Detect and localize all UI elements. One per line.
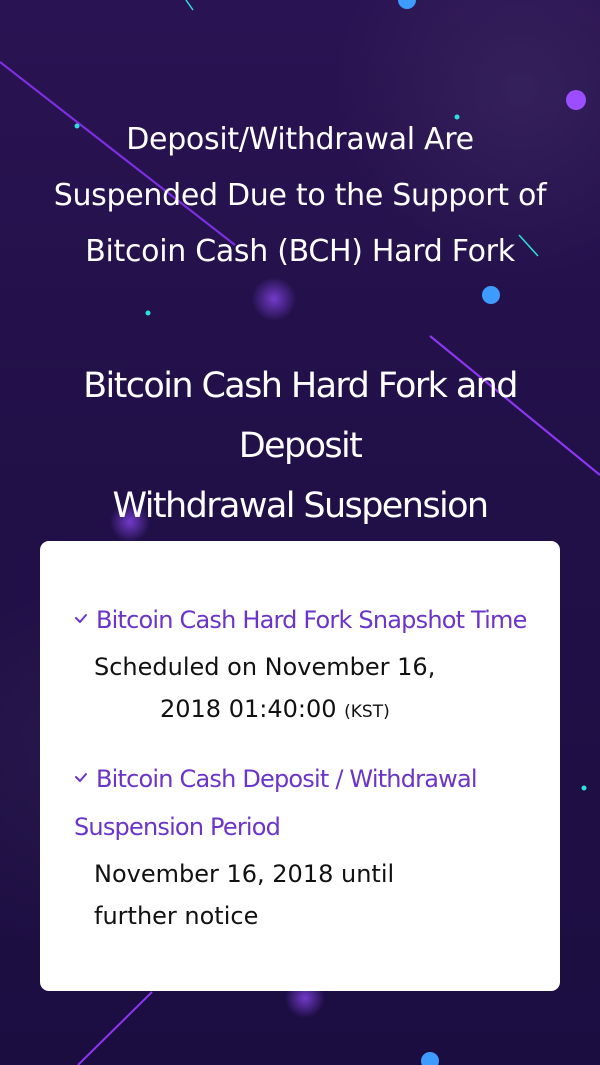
headline-secondary: Bitcoin Cash Hard Fork and Deposit Withd… bbox=[30, 356, 570, 536]
suspension-period-title-line-1: Bitcoin Cash Deposit / Withdrawal bbox=[96, 765, 478, 793]
headline-primary-line-1: Deposit/Withdrawal Are bbox=[126, 122, 474, 157]
info-card: Bitcoin Cash Hard Fork Snapshot Time Sch… bbox=[40, 541, 560, 991]
glow-orb bbox=[252, 277, 296, 321]
diagonal-light-streak-top bbox=[185, 0, 194, 11]
suspension-period-title: Bitcoin Cash Deposit / Withdrawal Suspen… bbox=[74, 755, 544, 851]
violet-dot bbox=[566, 90, 586, 110]
headline-primary-line-3: Bitcoin Cash (BCH) Hard Fork bbox=[85, 234, 515, 269]
snapshot-time-title: Bitcoin Cash Hard Fork Snapshot Time bbox=[74, 596, 544, 644]
blue-dot bbox=[421, 1052, 439, 1065]
headline-secondary-line-1: Bitcoin Cash Hard Fork and Deposit bbox=[83, 366, 518, 466]
suspension-period-line-1: November 16, 2018 until bbox=[94, 860, 395, 888]
snapshot-timezone: (KST) bbox=[344, 702, 390, 722]
suspension-period-title-line-2: Suspension Period bbox=[74, 813, 281, 841]
snapshot-time-line-1: Scheduled on November 16, bbox=[94, 653, 436, 681]
snapshot-time-value: Scheduled on November 16, 2018 01:40:00 … bbox=[94, 646, 534, 733]
suspension-period-line-2: further notice bbox=[94, 902, 259, 930]
headline-secondary-line-2: Withdrawal Suspension bbox=[112, 486, 490, 526]
check-icon bbox=[75, 773, 87, 782]
cyan-dot bbox=[581, 785, 587, 791]
blue-dot bbox=[482, 286, 500, 304]
diagonal-light-streak-bottom bbox=[77, 991, 153, 1065]
headline-primary: Deposit/Withdrawal Are Suspended Due to … bbox=[30, 112, 570, 280]
check-icon bbox=[75, 614, 87, 623]
cyan-dot bbox=[145, 310, 151, 316]
snapshot-time-title-text: Bitcoin Cash Hard Fork Snapshot Time bbox=[96, 606, 527, 634]
blue-dot bbox=[398, 0, 416, 9]
headline-primary-line-2: Suspended Due to the Support of bbox=[53, 178, 547, 213]
snapshot-time-line-2: 2018 01:40:00 bbox=[160, 695, 337, 723]
suspension-period-value: November 16, 2018 until further notice bbox=[94, 853, 534, 937]
